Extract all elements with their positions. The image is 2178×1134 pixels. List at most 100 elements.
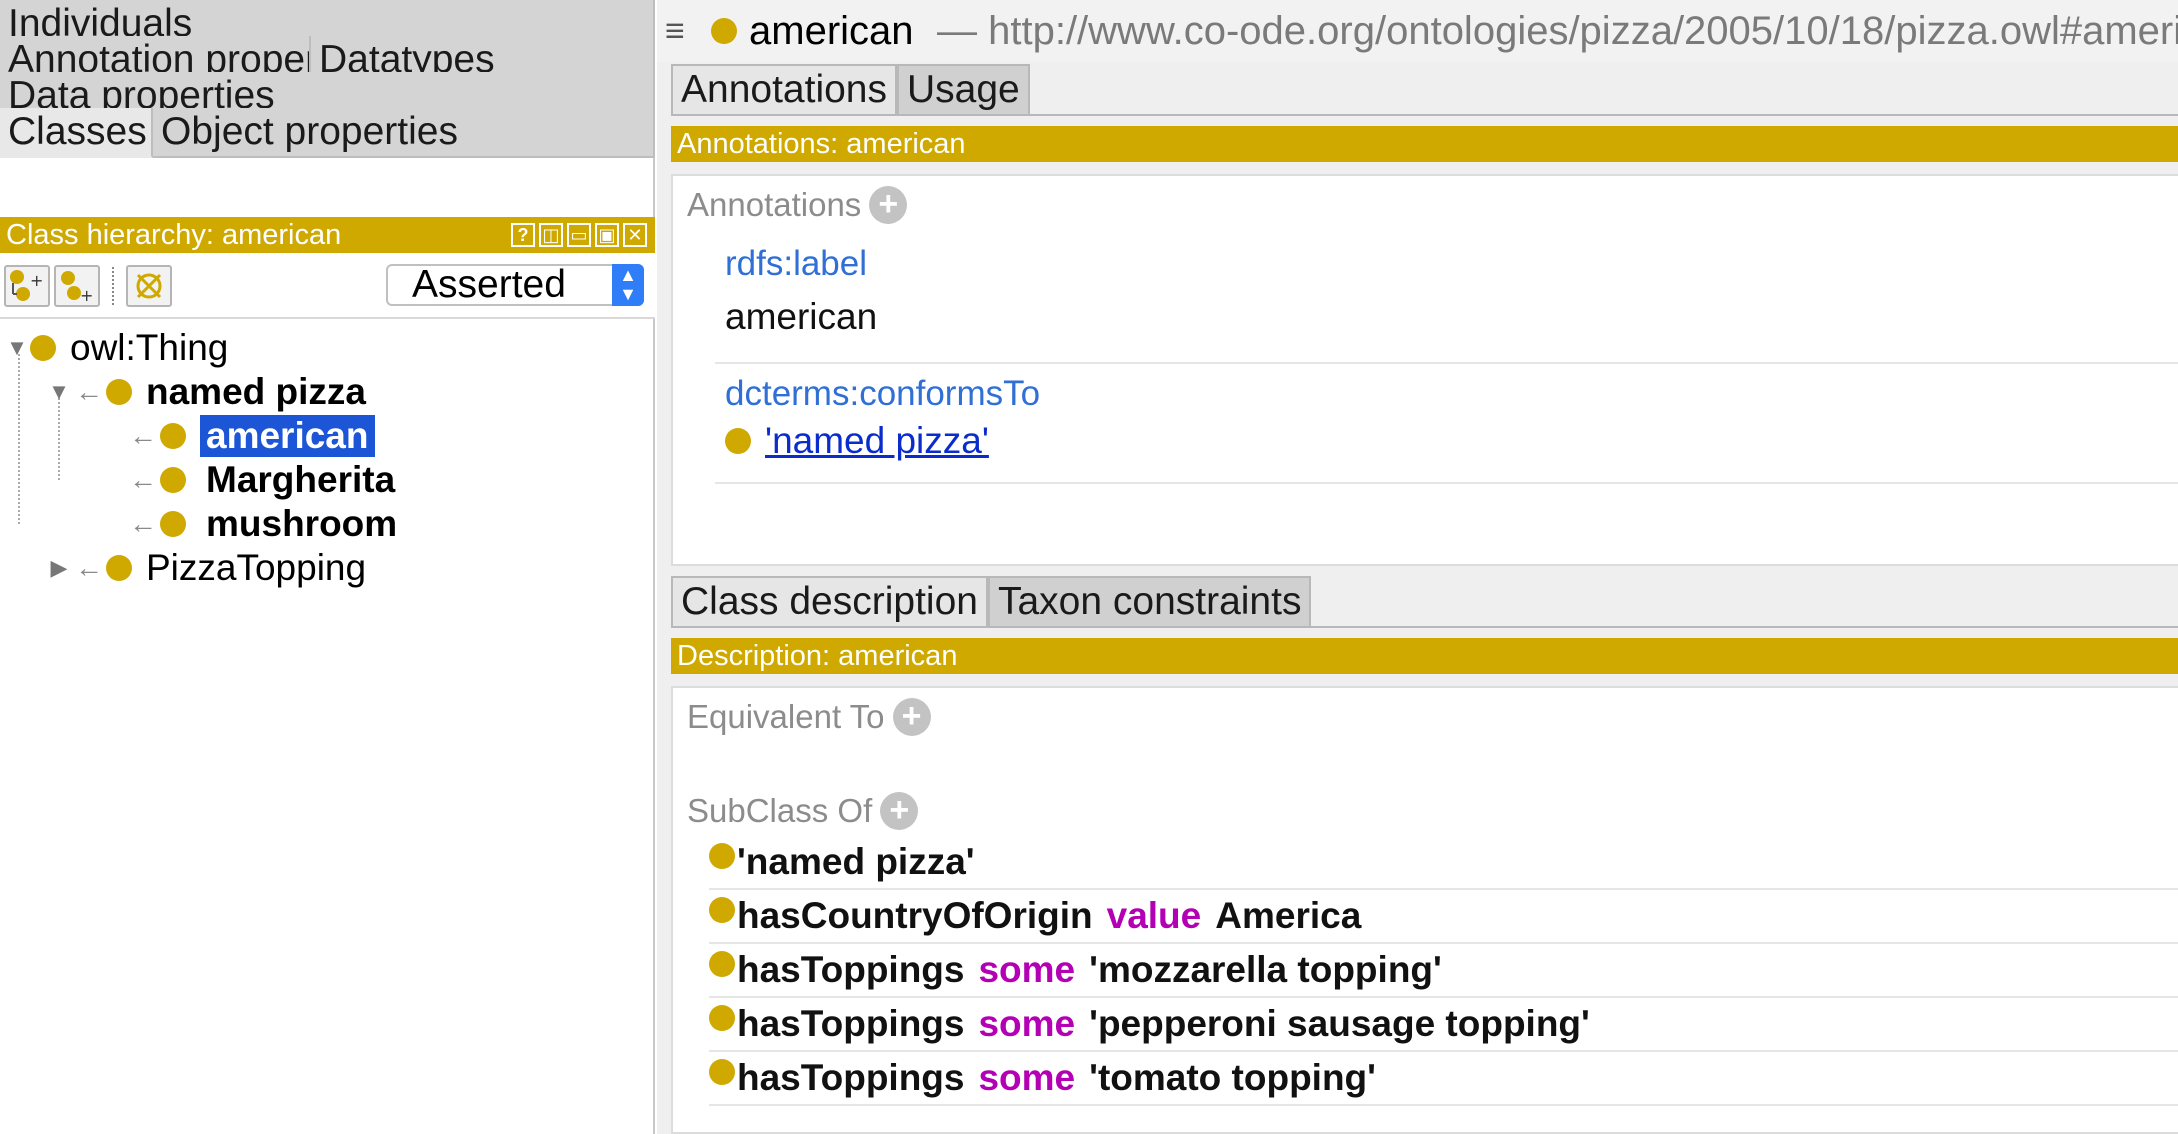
menu-icon[interactable]: ≡: [665, 0, 685, 62]
annotations-section-header: Annotations +: [687, 186, 908, 224]
add-superclass-icon[interactable]: +: [880, 792, 919, 830]
subclass-axiom-row[interactable]: hasToppings some 'mozzarella topping': [709, 944, 2178, 998]
add-annotation-icon[interactable]: +: [869, 186, 908, 224]
delete-class-button[interactable]: [126, 265, 172, 307]
help-icon[interactable]: ?: [511, 223, 535, 247]
svg-text:+: +: [80, 286, 93, 305]
annotations-section-label: Annotations: [687, 186, 862, 223]
tab-class-description[interactable]: Class description: [671, 576, 988, 628]
delete-class-icon: [136, 273, 162, 299]
tab-object-properties[interactable]: Object properties: [153, 108, 655, 158]
close-icon[interactable]: ✕: [623, 223, 647, 247]
axiom-keyword: some: [978, 1057, 1076, 1098]
class-tree: ▼ owl:Thing ▼ ← named pizza ← american ←…: [0, 320, 651, 1134]
equivalent-to-section-header: Equivalent To +: [687, 698, 931, 736]
entity-name: american: [749, 9, 914, 53]
tree-node-mushroom[interactable]: ← mushroom: [126, 502, 397, 546]
description-panel: Equivalent To + SubClass Of + 'named piz…: [671, 686, 2178, 1134]
axiom-subject: hasToppings: [737, 1003, 965, 1044]
class-hierarchy-title: Class hierarchy: american: [6, 219, 342, 251]
class-icon: [725, 428, 751, 454]
subclass-of-section-header: SubClass Of +: [687, 792, 919, 830]
minimize-icon[interactable]: ▭: [567, 223, 591, 247]
annotation-divider: [715, 362, 2178, 364]
tree-node-owl-thing[interactable]: ▼ owl:Thing: [4, 326, 228, 370]
annotations-bar-title: Annotations: american: [677, 128, 966, 160]
maximize-icon[interactable]: ▣: [595, 223, 619, 247]
annotation-property[interactable]: dcterms:conformsTo: [725, 374, 1040, 414]
annotation-divider: [715, 482, 2178, 484]
toolbar-separator: [112, 267, 114, 305]
tree-node-label: Margherita: [206, 459, 396, 500]
collapse-triangle-icon[interactable]: ▼: [46, 379, 72, 405]
split-icon[interactable]: ◫: [539, 223, 563, 247]
tree-node-pizza-topping[interactable]: ▶ ← PizzaTopping: [46, 546, 367, 590]
hierarchy-mode-value: Asserted: [412, 263, 566, 306]
class-icon: [30, 335, 56, 361]
tabbar-divider: [671, 626, 2178, 628]
class-icon: [160, 423, 186, 449]
add-subclass-button[interactable]: +: [4, 265, 50, 307]
class-icon: [709, 951, 735, 977]
description-bar-title: Description: american: [677, 640, 958, 672]
tree-guide-line: [18, 354, 20, 524]
tabbar-divider: [671, 114, 2178, 116]
select-updown-icon: ▲ ▼: [612, 264, 644, 306]
annotations-bar: Annotations: american: [671, 126, 2178, 162]
axiom-keyword: some: [978, 1003, 1076, 1044]
add-sibling-button[interactable]: +: [54, 265, 100, 307]
subclass-axiom-row[interactable]: hasToppings some 'tomato topping': [709, 1052, 2178, 1106]
axiom-subject: hasToppings: [737, 949, 965, 990]
annotations-panel: Annotations + rdfs:label american dcterm…: [671, 174, 2178, 566]
annotations-tabbar: Annotations Usage: [671, 64, 1030, 116]
subclass-axiom-row[interactable]: hasCountryOfOrigin value America: [709, 890, 2178, 944]
subclass-axiom-row[interactable]: 'named pizza': [709, 836, 2178, 890]
class-icon: [709, 1005, 735, 1031]
entity-header: ≡ american — http://www.co-ode.org/ontol…: [657, 0, 2178, 62]
tree-node-american[interactable]: ← american: [126, 414, 375, 458]
class-icon: [711, 18, 737, 44]
axiom-subject: 'named pizza': [737, 841, 975, 882]
tree-node-named-pizza[interactable]: ▼ ← named pizza: [46, 370, 366, 414]
named-pizza-link[interactable]: 'named pizza': [765, 420, 989, 462]
axiom-keyword: some: [978, 949, 1076, 990]
description-bar: Description: american: [671, 638, 2178, 674]
subclass-arrow-icon: ←: [129, 420, 157, 451]
class-icon: [106, 379, 132, 405]
tree-node-label: PizzaTopping: [146, 547, 367, 588]
tab-taxon-constraints[interactable]: Taxon constraints: [987, 576, 1312, 628]
add-sibling-icon: +: [61, 271, 93, 305]
tree-node-label: mushroom: [206, 503, 398, 544]
tree-node-label: named pizza: [146, 371, 366, 412]
class-icon: [160, 511, 186, 537]
tab-usage[interactable]: Usage: [897, 64, 1030, 116]
axiom-subject: hasToppings: [737, 1057, 965, 1098]
class-hierarchy-bar: Class hierarchy: american ? ◫ ▭ ▣ ✕: [0, 217, 655, 253]
tab-row-4: Classes Object properties: [0, 108, 655, 168]
subclass-arrow-icon: ←: [129, 508, 157, 539]
annotation-property[interactable]: rdfs:label: [725, 244, 867, 284]
left-pane: Individuals Annotation properties Dataty…: [0, 0, 655, 1134]
tab-annotations[interactable]: Annotations: [671, 64, 897, 116]
entity-iri: — http://www.co-ode.org/ontologies/pizza…: [937, 9, 2178, 53]
tree-node-margherita[interactable]: ← Margherita: [126, 458, 395, 502]
expand-triangle-icon[interactable]: ▶: [46, 555, 72, 581]
subclass-of-label: SubClass Of: [687, 792, 873, 829]
axiom-object: 'tomato topping': [1089, 1057, 1376, 1098]
tab-classes[interactable]: Classes: [0, 108, 153, 158]
class-icon: [106, 555, 132, 581]
axiom-subject: hasCountryOfOrigin: [737, 895, 1093, 936]
axiom-object: America: [1215, 895, 1362, 936]
description-tabbar: Class description Taxon constraints: [671, 576, 1312, 628]
subclass-axiom-row[interactable]: hasToppings some 'pepperoni sausage topp…: [709, 998, 2178, 1052]
subclass-arrow-icon: ←: [75, 552, 103, 583]
class-icon: [709, 897, 735, 923]
tree-node-label: owl:Thing: [70, 327, 229, 368]
axiom-object: 'mozzarella topping': [1089, 949, 1442, 990]
class-icon: [709, 1059, 735, 1085]
add-equivalent-icon[interactable]: +: [892, 698, 931, 736]
hierarchy-mode-select[interactable]: Asserted ▲ ▼: [386, 264, 644, 306]
collapse-triangle-icon[interactable]: ▼: [4, 335, 30, 361]
view-window-buttons: ? ◫ ▭ ▣ ✕: [511, 223, 647, 247]
tree-node-label-selected: american: [200, 415, 375, 457]
